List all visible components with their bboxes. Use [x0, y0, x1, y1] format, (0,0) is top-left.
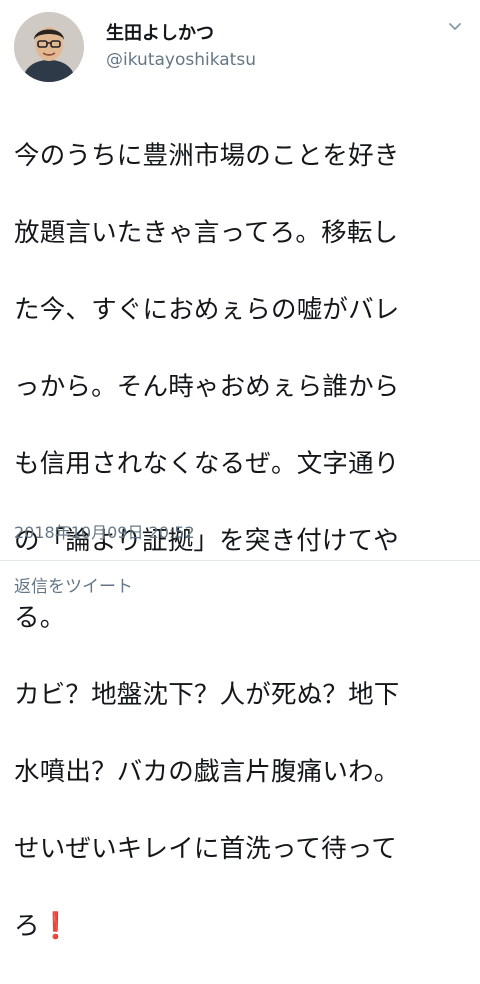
avatar[interactable] [14, 12, 84, 82]
user-handle[interactable]: @ikutayoshikatsu [106, 48, 256, 72]
tweet-line: る。 [14, 602, 66, 633]
tweet-line: 放題言いたきゃ言ってろ。移転し [14, 217, 399, 248]
tweet-timestamp[interactable]: 2018年10月09日 20:52 [14, 522, 195, 544]
reply-button[interactable]: 返信をツイート [14, 575, 133, 599]
tweet-line: 水噴出？バカの戯言片腹痛いわ。 [14, 756, 400, 787]
chevron-down-icon[interactable] [444, 16, 466, 38]
tweet-line: た今、すぐにおめぇらの嘘がバレ [14, 294, 400, 325]
tweet-header: 生田よしかつ @ikutayoshikatsu [14, 12, 466, 82]
tweet-line: ろ [14, 910, 40, 941]
display-name[interactable]: 生田よしかつ [106, 22, 256, 46]
tweet-line-last: ろ❗ [14, 907, 470, 946]
tweet-line: せいぜいキレイに首洗って待って [14, 833, 397, 864]
tweet-line: カビ？地盤沈下？人が死ぬ？地下 [14, 679, 400, 710]
tweet-line: 今のうちに豊洲市場のことを好き [14, 140, 400, 171]
tweet-line: も信用されなくなるぜ。文字通り [14, 448, 400, 479]
tweet-line: っから。そん時ゃおめぇら誰から [14, 371, 400, 402]
author-names: 生田よしかつ @ikutayoshikatsu [106, 22, 256, 72]
divider [0, 560, 480, 561]
user-avatar-icon [14, 12, 84, 82]
tweet-card: 生田よしかつ @ikutayoshikatsu 今のうちに豊洲市場のことを好き … [0, 0, 480, 941]
exclamation-icon: ❗ [39, 910, 72, 941]
